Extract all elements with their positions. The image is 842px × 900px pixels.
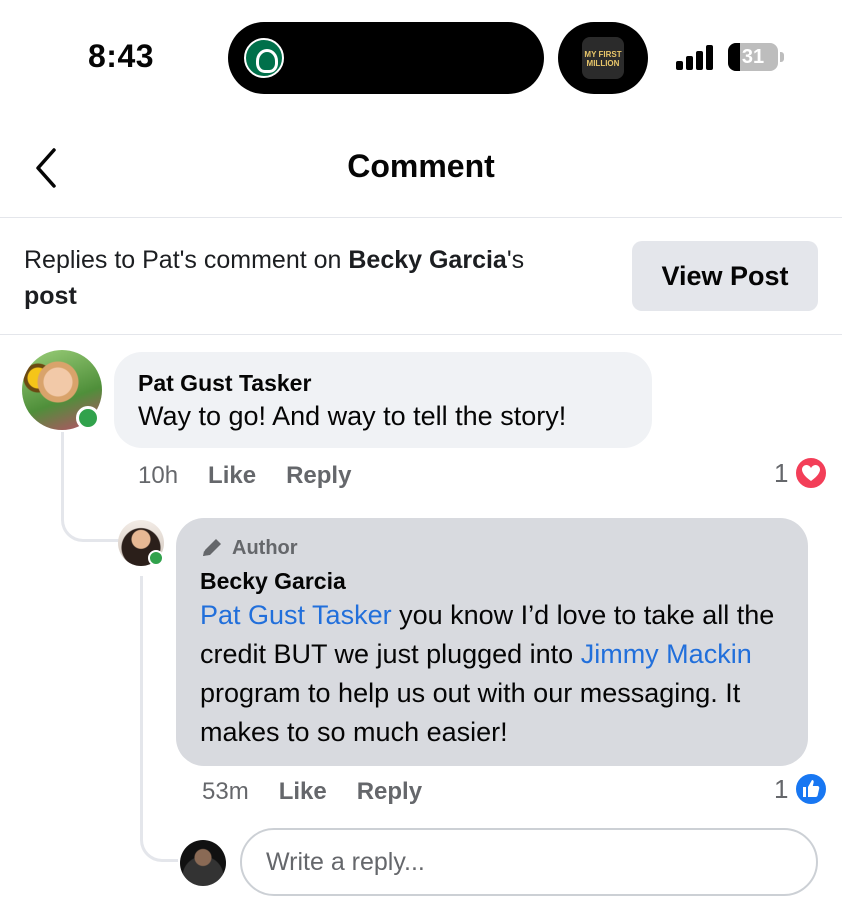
reply-time: 53m — [202, 778, 249, 805]
mention-link[interactable]: Pat Gust Tasker — [200, 600, 392, 630]
podcast-artwork: MY FIRST MILLION — [582, 37, 624, 79]
reaction-count[interactable]: 1 — [774, 774, 788, 805]
dynamic-island — [228, 22, 544, 94]
battery-icon: 31 — [728, 43, 778, 71]
view-post-button[interactable]: View Post — [632, 241, 818, 311]
page-title: Comment — [347, 148, 495, 184]
author-badge: Author — [200, 534, 784, 562]
comment-actions: 10h Like Reply — [138, 462, 351, 490]
thread-connector — [61, 432, 119, 542]
battery-level: 31 — [741, 46, 765, 68]
cellular-signal-icon — [676, 44, 716, 70]
comment-text: Way to go! And way to tell the story! — [138, 401, 567, 431]
reply-input[interactable] — [240, 828, 818, 896]
comment-time: 10h — [138, 462, 179, 489]
reply-actions: 53m Like Reply — [202, 778, 422, 806]
replies-context: Replies to Pat's comment on Becky Garcia… — [24, 242, 604, 314]
online-status-dot — [148, 550, 164, 566]
heart-icon[interactable] — [794, 456, 828, 490]
reply-button[interactable]: Reply — [357, 778, 422, 805]
reply-button[interactable]: Reply — [286, 462, 351, 489]
battery-tip — [780, 52, 784, 62]
reply-bubble[interactable]: Author Becky Garcia Pat Gust Tasker you … — [176, 518, 808, 766]
header-divider — [0, 217, 842, 218]
now-playing-island[interactable]: MY FIRST MILLION — [558, 22, 648, 94]
like-button[interactable]: Like — [208, 462, 256, 489]
status-time: 8:43 — [88, 38, 155, 74]
reaction-count[interactable]: 1 — [774, 458, 788, 489]
author-badge-label: Author — [232, 537, 298, 559]
context-divider — [0, 334, 842, 335]
comment-author-name[interactable]: Pat Gust Tasker — [138, 368, 628, 398]
pencil-icon — [203, 539, 221, 556]
starbucks-logo-icon — [244, 38, 284, 78]
context-post-word: post — [24, 282, 77, 310]
reply-text: Pat Gust Tasker you know I’d love to tak… — [200, 596, 784, 752]
comment-bubble[interactable]: Pat Gust Tasker Way to go! And way to te… — [114, 352, 652, 448]
context-prefix: Replies to Pat's comment on — [24, 246, 349, 274]
thread-connector — [140, 816, 178, 862]
avatar — [180, 840, 226, 886]
context-suffix: 's — [506, 246, 525, 274]
reply-text-part: program to help us out with our messagin… — [200, 678, 741, 747]
post-author-link[interactable]: Becky Garcia — [348, 246, 506, 274]
mention-link[interactable]: Jimmy Mackin — [581, 639, 752, 669]
like-button[interactable]: Like — [279, 778, 327, 805]
thumbs-up-icon[interactable] — [794, 772, 828, 806]
thread-line — [140, 576, 143, 820]
reply-author-name[interactable]: Becky Garcia — [200, 566, 784, 596]
online-status-dot — [76, 406, 100, 430]
